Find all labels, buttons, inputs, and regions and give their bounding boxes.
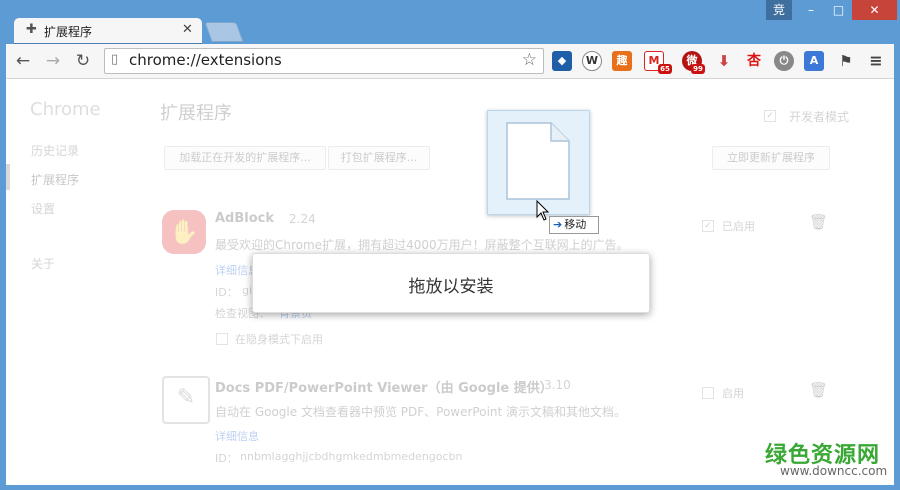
extension-orange-icon[interactable]: 趣	[612, 51, 632, 71]
close-window-button[interactable]: ✕	[852, 0, 897, 20]
docs-viewer-logo-icon: ✎	[162, 376, 210, 424]
extension-id-value: nnbmlagghjjcbdhgmkedmbmedengocbn	[240, 450, 463, 463]
move-label: 移动	[564, 218, 587, 231]
extension-power-icon[interactable]: ⏻	[774, 51, 794, 71]
trash-icon[interactable]: 🗑	[809, 213, 828, 231]
sidebar-item-extensions[interactable]: 扩展程序	[31, 171, 79, 188]
extension-wordpress-icon[interactable]: W	[582, 51, 602, 71]
pack-extension-button[interactable]: 打包扩展程序...	[328, 146, 430, 170]
extension-translate-icon[interactable]: A	[804, 51, 824, 71]
file-icon	[506, 122, 570, 200]
details-link[interactable]: 详细信息	[215, 428, 259, 444]
dev-mode-checkbox[interactable]: ✓	[764, 110, 776, 122]
bookmark-star-icon[interactable]: ☆	[522, 50, 537, 70]
sidebar-active-indicator	[6, 164, 10, 190]
tab-title: 扩展程序	[44, 25, 93, 39]
extension-version: 3.10	[544, 378, 571, 392]
extension-dropbox-icon[interactable]: ◆	[552, 51, 572, 71]
adblock-logo-icon: ✋	[162, 210, 206, 254]
drop-to-install-text: 拖放以安装	[408, 277, 494, 297]
extension-flag-icon[interactable]: ⚑	[836, 51, 856, 71]
extension-name: AdBlock	[215, 211, 275, 226]
sidebar-item-about[interactable]: 关于	[31, 255, 55, 272]
back-arrow-icon[interactable]: ←	[12, 50, 34, 72]
extension-download-icon[interactable]: ⬇	[714, 51, 734, 71]
puzzle-piece-icon: ✚	[26, 22, 37, 37]
drop-to-install-dialog[interactable]: 拖放以安装	[252, 253, 650, 313]
enable-label: 启用	[722, 387, 744, 400]
enabled-label: 已启用	[722, 220, 755, 233]
enable-checkbox[interactable]	[702, 387, 714, 399]
move-tooltip: ➔ 移动	[549, 216, 599, 234]
address-text[interactable]: chrome://extensions	[129, 51, 282, 69]
extension-apricot-icon[interactable]: 杏	[744, 51, 764, 71]
tab-close-icon[interactable]: ✕	[182, 22, 193, 37]
forward-arrow-icon[interactable]: →	[42, 50, 64, 72]
enabled-checkbox[interactable]: ✓	[702, 220, 714, 232]
extension-id-label: ID：	[215, 286, 238, 299]
user-badge[interactable]: 竞	[766, 0, 792, 20]
sidebar-brand: Chrome	[30, 99, 101, 120]
extension-version: 2.24	[289, 212, 316, 226]
red-seal-count-badge: 99	[691, 64, 705, 74]
incognito-label: 在隐身模式下启用	[235, 333, 323, 346]
reload-icon[interactable]: ↻	[72, 50, 94, 72]
address-bar[interactable]: ▯ chrome://extensions ☆	[104, 48, 544, 74]
move-arrow-icon: ➔	[553, 218, 563, 231]
update-extensions-button[interactable]: 立即更新扩展程序	[712, 146, 830, 170]
new-tab-button[interactable]	[204, 22, 244, 42]
page-icon: ▯	[111, 52, 119, 67]
extension-id-label: ID：	[215, 452, 238, 465]
watermark-url: www.downcc.com	[780, 464, 888, 478]
browser-toolbar: ← → ↻ ▯ chrome://extensions ☆ ◆ W 趣 M 65…	[6, 44, 894, 79]
page-title: 扩展程序	[160, 103, 232, 124]
dev-mode-label: 开发者模式	[789, 110, 850, 124]
maximize-button[interactable]: □	[825, 0, 852, 20]
incognito-checkbox[interactable]	[216, 333, 228, 345]
gmail-count-badge: 65	[658, 64, 672, 74]
sidebar-item-history[interactable]: 历史记录	[31, 142, 79, 159]
extension-description: 自动在 Google 文档查看器中预览 PDF、PowerPoint 演示文稿和…	[215, 405, 627, 419]
mouse-cursor-icon	[536, 200, 550, 221]
sidebar-item-settings[interactable]: 设置	[31, 200, 55, 217]
minimize-button[interactable]: –	[797, 0, 825, 20]
menu-hamburger-icon[interactable]: ≡	[866, 51, 886, 71]
title-bar: ✚ 扩展程序 ✕ 竞 – □ ✕	[0, 0, 900, 44]
extension-description: 最受欢迎的Chrome扩展，拥有超过4000万用户！屏蔽整个互联网上的广告。	[215, 238, 629, 252]
load-unpacked-button[interactable]: 加载正在开发的扩展程序...	[164, 146, 326, 170]
extension-id-value: gi	[242, 284, 253, 297]
extension-name: Docs PDF/PowerPoint Viewer（由 Google 提供）	[215, 381, 553, 396]
tab-extensions[interactable]: ✚ 扩展程序 ✕	[14, 18, 202, 44]
trash-icon[interactable]: 🗑	[809, 381, 828, 399]
